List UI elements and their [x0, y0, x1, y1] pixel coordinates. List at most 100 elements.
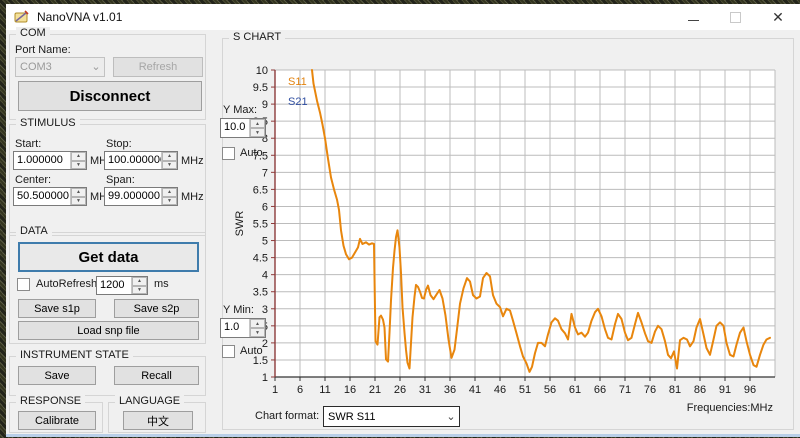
y-min-value[interactable]: 1.0 [221, 319, 249, 337]
stop-value[interactable]: 100.000000 [105, 152, 161, 169]
span-value[interactable]: 99.000000 [105, 188, 161, 205]
spin-up-icon[interactable]: ▲ [162, 152, 177, 161]
svg-text:S11: S11 [288, 76, 307, 88]
svg-text:6: 6 [262, 201, 268, 213]
spin-up-icon[interactable]: ▲ [250, 119, 265, 128]
language-button[interactable]: 中文 [123, 411, 193, 430]
y-max-spinner[interactable]: 10.0 ▲▼ [220, 118, 266, 138]
y-min-auto-label: Auto [240, 345, 263, 357]
svg-text:31: 31 [419, 384, 431, 396]
svg-text:81: 81 [669, 384, 681, 396]
spin-down-icon[interactable]: ▼ [162, 197, 177, 206]
svg-text:36: 36 [444, 384, 456, 396]
y-max-auto-label: Auto [240, 147, 263, 159]
svg-text:26: 26 [394, 384, 406, 396]
instrument-state-group: INSTRUMENT STATE Save Recall [9, 356, 206, 396]
spin-up-icon[interactable]: ▲ [71, 152, 86, 161]
svg-text:21: 21 [369, 384, 381, 396]
interval-value[interactable]: 1200 [97, 277, 131, 294]
maximize-button[interactable] [714, 4, 756, 30]
center-value[interactable]: 50.500000 [14, 188, 70, 205]
chart-format-value: SWR S11 [324, 411, 443, 423]
port-select-value: COM3 [16, 61, 88, 73]
spin-up-icon[interactable]: ▲ [162, 188, 177, 197]
s-chart-group-label: S CHART [229, 31, 285, 43]
autorefresh-label: AutoRefresh [36, 278, 97, 290]
y-max-auto-checkbox[interactable] [222, 147, 235, 160]
app-icon [14, 9, 30, 25]
stop-unit-label: MHz [181, 155, 204, 167]
chart-format-select[interactable]: SWR S11 ⌄ [323, 406, 460, 427]
svg-text:3.5: 3.5 [253, 287, 268, 299]
disconnect-button[interactable]: Disconnect [18, 81, 202, 111]
y-max-value[interactable]: 10.0 [221, 119, 249, 137]
chart-format-label: Chart format: [255, 410, 319, 422]
interval-unit-label: ms [154, 278, 169, 290]
svg-text:16: 16 [344, 384, 356, 396]
stimulus-group: STIMULUS Start: Stop: 1.000000 ▲▼ MHz 10… [9, 124, 206, 236]
svg-text:96: 96 [744, 384, 756, 396]
spin-up-icon[interactable]: ▲ [250, 319, 265, 328]
svg-text:1: 1 [262, 372, 268, 384]
refresh-button[interactable]: Refresh [113, 57, 203, 77]
close-button[interactable]: ✕ [756, 4, 800, 30]
port-name-label: Port Name: [15, 44, 71, 56]
y-min-auto-checkbox[interactable] [222, 345, 235, 358]
response-group-label: RESPONSE [16, 395, 85, 407]
minimize-button[interactable] [672, 4, 714, 30]
center-label: Center: [15, 174, 51, 186]
save-s2p-button[interactable]: Save s2p [114, 299, 199, 318]
language-group-label: LANGUAGE [115, 395, 184, 407]
state-save-label: Save [44, 370, 69, 382]
spin-down-icon[interactable]: ▼ [250, 128, 265, 137]
spin-down-icon[interactable]: ▼ [250, 328, 265, 337]
spin-down-icon[interactable]: ▼ [71, 161, 86, 170]
load-snp-button[interactable]: Load snp file [18, 321, 199, 340]
get-data-button[interactable]: Get data [18, 242, 199, 272]
svg-text:51: 51 [519, 384, 531, 396]
state-recall-label: Recall [141, 370, 172, 382]
svg-text:Frequencies:MHz: Frequencies:MHz [687, 402, 773, 414]
svg-text:71: 71 [619, 384, 631, 396]
svg-text:66: 66 [594, 384, 606, 396]
svg-text:91: 91 [719, 384, 731, 396]
refresh-button-label: Refresh [139, 61, 178, 73]
stop-spinner[interactable]: 100.000000 ▲▼ [104, 151, 178, 170]
calibrate-button-label: Calibrate [35, 415, 79, 427]
svg-text:56: 56 [544, 384, 556, 396]
port-select[interactable]: COM3 ⌄ [15, 57, 105, 77]
stop-label: Stop: [106, 138, 132, 150]
data-group: DATA Get data AutoRefresh 1200 ▲▼ ms Sav… [9, 232, 206, 344]
spin-down-icon[interactable]: ▼ [132, 286, 147, 295]
autorefresh-checkbox[interactable] [17, 278, 30, 291]
svg-text:76: 76 [644, 384, 656, 396]
svg-text:4.5: 4.5 [253, 253, 268, 265]
load-snp-label: Load snp file [77, 325, 139, 337]
svg-text:6.5: 6.5 [253, 184, 268, 196]
spin-up-icon[interactable]: ▲ [132, 277, 147, 286]
state-save-button[interactable]: Save [18, 366, 96, 385]
calibrate-button[interactable]: Calibrate [18, 411, 96, 430]
svg-text:10: 10 [256, 65, 268, 77]
state-recall-button[interactable]: Recall [114, 366, 199, 385]
svg-text:1: 1 [272, 384, 278, 396]
span-spinner[interactable]: 99.000000 ▲▼ [104, 187, 178, 206]
com-group: COM Port Name: COM3 ⌄ Refresh Disconnect [9, 34, 206, 120]
svg-text:2: 2 [262, 338, 268, 350]
spin-down-icon[interactable]: ▼ [71, 197, 86, 206]
spin-up-icon[interactable]: ▲ [71, 188, 86, 197]
svg-text:7: 7 [262, 167, 268, 179]
center-spinner[interactable]: 50.500000 ▲▼ [13, 187, 87, 206]
save-s2p-label: Save s2p [134, 303, 180, 315]
minimize-icon [688, 20, 699, 21]
save-s1p-button[interactable]: Save s1p [18, 299, 96, 318]
start-value[interactable]: 1.000000 [14, 152, 70, 169]
svg-text:61: 61 [569, 384, 581, 396]
y-min-spinner[interactable]: 1.0 ▲▼ [220, 318, 266, 338]
app-window: NanoVNA v1.01 ✕ COM Port Name: COM3 ⌄ Re… [6, 4, 800, 437]
interval-spinner[interactable]: 1200 ▲▼ [96, 276, 148, 295]
response-group: RESPONSE Calibrate [9, 402, 103, 433]
spin-down-icon[interactable]: ▼ [162, 161, 177, 170]
start-spinner[interactable]: 1.000000 ▲▼ [13, 151, 87, 170]
chevron-down-icon: ⌄ [88, 62, 104, 72]
